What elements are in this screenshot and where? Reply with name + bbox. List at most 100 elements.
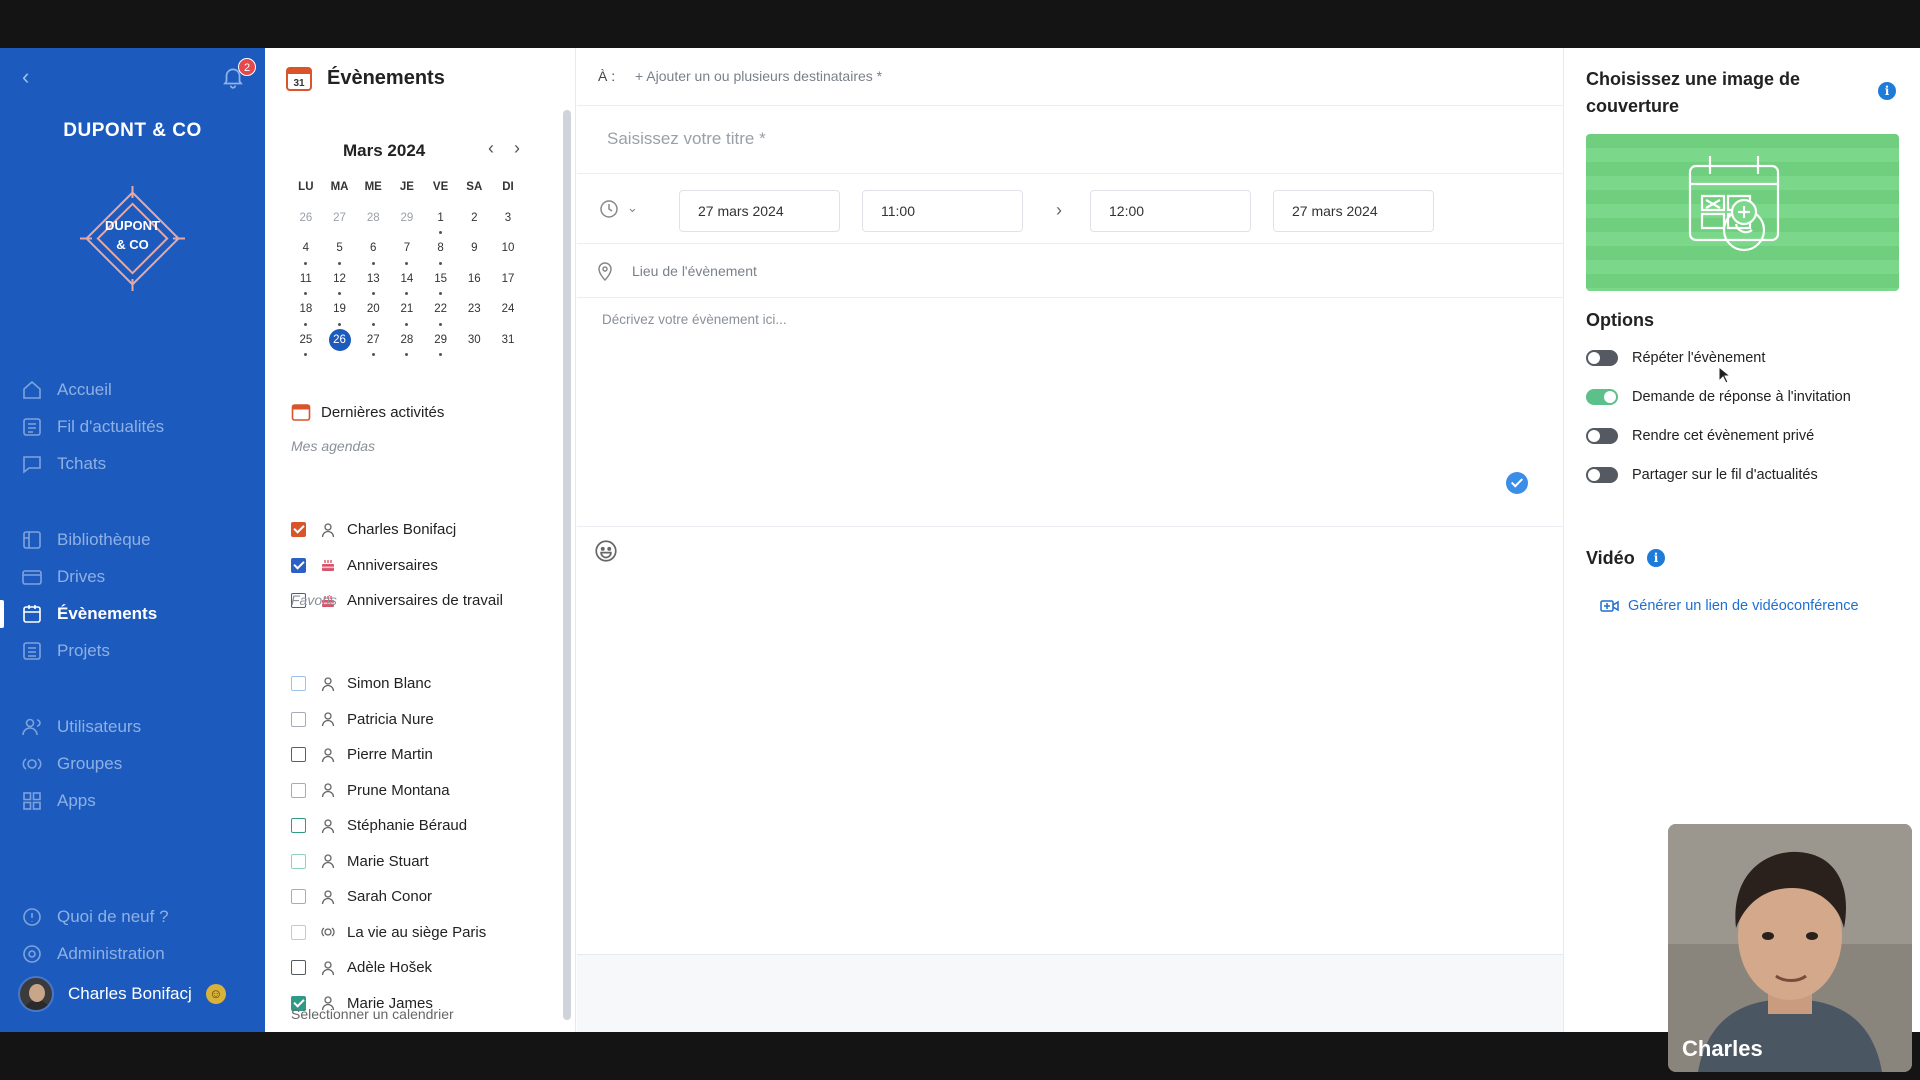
calendar-day[interactable]: 4 [289, 235, 323, 266]
agenda-item[interactable]: Patricia Nure [291, 711, 434, 728]
nav-evenements[interactable]: Évènements [0, 596, 265, 632]
calendar-day[interactable]: 29 [390, 205, 424, 236]
info-icon[interactable]: i [1878, 82, 1896, 100]
calendar-day[interactable]: 6 [356, 235, 390, 266]
agenda-checkbox[interactable] [291, 924, 306, 940]
nav-drives[interactable]: Drives [0, 559, 265, 595]
event-title-input[interactable] [607, 124, 1527, 154]
nav-utilisateurs[interactable]: Utilisateurs [0, 709, 265, 745]
nav-projets[interactable]: Projets [0, 633, 265, 669]
agenda-checkbox[interactable] [291, 711, 306, 727]
prev-month-icon[interactable]: ‹ [481, 138, 501, 158]
start-date-field[interactable]: 27 mars 2024 [679, 190, 840, 232]
nav-accueil[interactable]: Accueil [0, 372, 265, 408]
agenda-checkbox[interactable] [291, 522, 306, 537]
calendar-day[interactable]: 13 [356, 266, 390, 297]
location-input[interactable] [632, 258, 1512, 284]
calendar-day[interactable]: 20 [356, 296, 390, 327]
agenda-checkbox[interactable] [291, 818, 306, 833]
collapse-sidebar-icon[interactable]: ‹ [22, 66, 40, 88]
agenda-item[interactable]: Charles Bonifacj [291, 521, 456, 538]
toggle-switch[interactable] [1586, 428, 1618, 444]
calendar-day[interactable]: 15 [424, 266, 458, 297]
calendar-day[interactable]: 24 [491, 296, 525, 327]
calendar-day[interactable]: 10 [491, 235, 525, 266]
option-toggle-row[interactable]: Demande de réponse à l'invitation [1586, 389, 1851, 405]
calendar-day[interactable]: 2 [457, 205, 491, 236]
agenda-item[interactable]: Marie Stuart [291, 853, 429, 870]
end-time-field[interactable]: 12:00 [1090, 190, 1251, 232]
calendar-panel-scrollbar[interactable] [563, 110, 571, 1020]
agenda-item[interactable]: Pierre Martin [291, 746, 433, 763]
toggle-switch[interactable] [1586, 389, 1618, 405]
select-calendar-link[interactable]: Sélectionner un calendrier [291, 1006, 454, 1022]
calendar-day[interactable]: 30 [457, 327, 491, 358]
recent-activity-link[interactable]: Dernières activités [291, 402, 444, 422]
calendar-day[interactable]: 25 [289, 327, 323, 358]
calendar-day[interactable]: 18 [289, 296, 323, 327]
toggle-switch[interactable] [1586, 350, 1618, 366]
description-input[interactable] [602, 312, 1522, 512]
cover-image-picker[interactable] [1586, 134, 1899, 291]
add-recipients-button[interactable]: + Ajouter un ou plusieurs destinataires … [635, 68, 882, 84]
calendar-day[interactable]: 12 [323, 266, 357, 297]
calendar-day[interactable]: 16 [457, 266, 491, 297]
mood-icon[interactable]: ☺ [205, 984, 226, 1004]
agenda-checkbox[interactable] [291, 747, 306, 762]
generate-video-link-button[interactable]: Générer un lien de vidéoconférence [1600, 598, 1859, 614]
calendar-day[interactable]: 23 [457, 296, 491, 327]
calendar-day[interactable]: 17 [491, 266, 525, 297]
toggle-switch[interactable] [1586, 467, 1618, 483]
nav-groupes[interactable]: Groupes [0, 746, 265, 782]
calendar-day[interactable]: 26 [289, 205, 323, 236]
calendar-day[interactable]: 22 [424, 296, 458, 327]
option-toggle-row[interactable]: Rendre cet évènement privé [1586, 428, 1814, 444]
next-month-icon[interactable]: › [507, 138, 527, 158]
calendar-day[interactable]: 7 [390, 235, 424, 266]
nav-apps[interactable]: Apps [0, 783, 265, 819]
agenda-checkbox[interactable] [291, 557, 306, 573]
calendar-day[interactable]: 1 [424, 205, 458, 236]
agenda-item[interactable]: Adèle Hošek [291, 959, 432, 976]
option-toggle-row[interactable]: Partager sur le fil d'actualités [1586, 467, 1818, 483]
nav-tchats[interactable]: Tchats [0, 446, 265, 482]
agenda-checkbox[interactable] [291, 782, 306, 798]
agenda-checkbox[interactable] [291, 853, 306, 869]
info-icon[interactable]: i [1647, 549, 1665, 567]
calendar-day[interactable]: 27 [323, 205, 357, 236]
calendar-day[interactable]: 29 [424, 327, 458, 358]
calendar-day[interactable]: 21 [390, 296, 424, 327]
nav-quoi-de-neuf[interactable]: Quoi de neuf ? [0, 899, 265, 935]
calendar-day[interactable]: 14 [390, 266, 424, 297]
nav-administration[interactable]: Administration [0, 936, 265, 972]
calendar-day[interactable]: 9 [457, 235, 491, 266]
calendar-day[interactable]: 31 [491, 327, 525, 358]
agenda-item[interactable]: Stéphanie Béraud [291, 817, 467, 834]
nav-fil-actualites[interactable]: Fil d'actualités [0, 409, 265, 445]
agenda-item[interactable]: Prune Montana [291, 782, 450, 799]
end-date-field[interactable]: 27 mars 2024 [1273, 190, 1434, 232]
chevron-down-icon[interactable]: ⌄ [627, 198, 641, 218]
agenda-item[interactable]: Anniversaires [291, 557, 438, 574]
calendar-day[interactable]: 5 [323, 235, 357, 266]
agenda-checkbox[interactable] [291, 960, 306, 975]
agenda-checkbox[interactable] [291, 676, 306, 691]
agenda-item[interactable]: La vie au siège Paris [291, 924, 486, 941]
calendar-day[interactable]: 8 [424, 235, 458, 266]
option-toggle-row[interactable]: Répéter l'évènement [1586, 350, 1765, 366]
check-icon[interactable] [1506, 472, 1528, 494]
calendar-day[interactable]: 19 [323, 296, 357, 327]
calendar-day[interactable]: 3 [491, 205, 525, 236]
current-user[interactable]: Charles Bonifacj ☺ [18, 976, 226, 1012]
agenda-item[interactable]: Sarah Conor [291, 888, 432, 905]
calendar-day[interactable]: 28 [390, 327, 424, 358]
emoji-icon[interactable] [593, 538, 619, 564]
start-time-field[interactable]: 11:00 [862, 190, 1023, 232]
clock-icon[interactable] [599, 199, 619, 219]
nav-bibliotheque[interactable]: Bibliothèque [0, 522, 265, 558]
calendar-day[interactable]: 11 [289, 266, 323, 297]
agenda-checkbox[interactable] [291, 889, 306, 904]
calendar-day[interactable]: 28 [356, 205, 390, 236]
calendar-day-today[interactable]: 26 [323, 327, 357, 358]
calendar-day[interactable]: 27 [356, 327, 390, 358]
